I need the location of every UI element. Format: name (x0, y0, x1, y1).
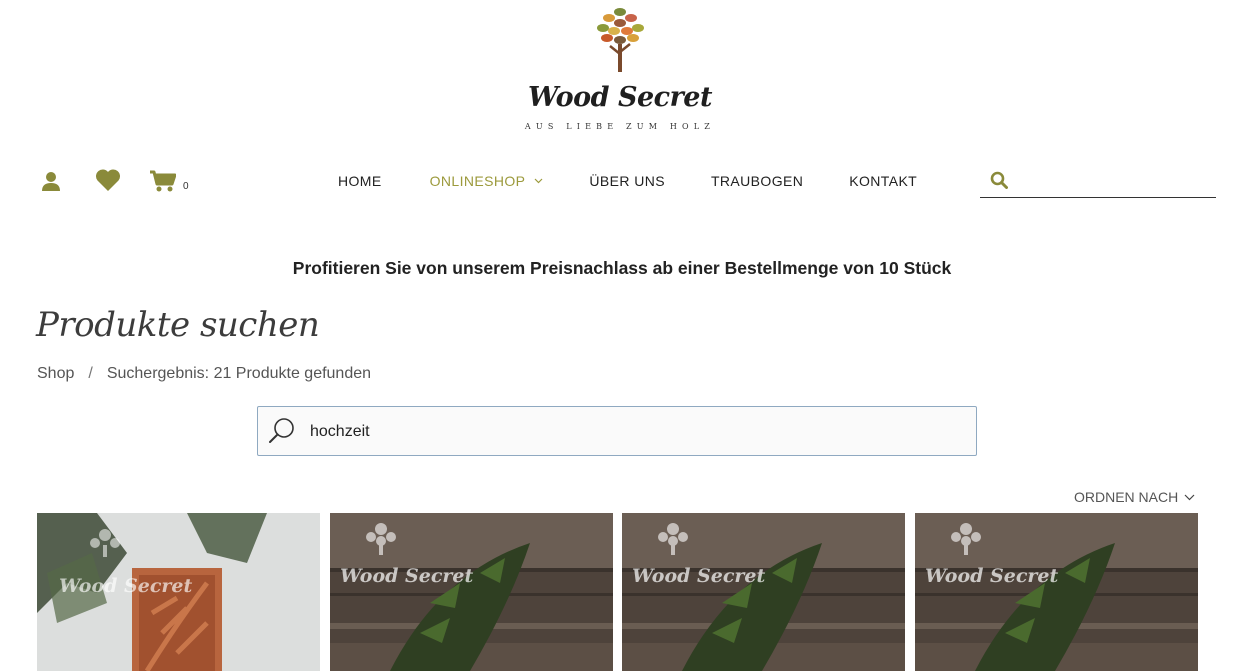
breadcrumb-separator: / (88, 365, 93, 382)
product-search-input[interactable] (308, 419, 962, 445)
cart-icon (150, 170, 176, 192)
product-image (915, 513, 1198, 671)
product-watermark: Wood Secret (925, 565, 1059, 587)
nav-ueber-uns[interactable]: ÜBER UNS (589, 173, 665, 189)
breadcrumb-shop[interactable]: Shop (37, 365, 74, 383)
product-watermark: Wood Secret (59, 575, 193, 597)
product-watermark: Wood Secret (632, 565, 766, 587)
product-card[interactable]: Wood Secret (37, 513, 320, 671)
search-icon[interactable] (990, 171, 1008, 189)
page-title: Produkte suchen (36, 305, 320, 345)
nav-onlineshop-label: ONLINESHOP (429, 173, 526, 189)
user-icon (42, 172, 60, 191)
product-image (330, 513, 613, 671)
cart-button[interactable]: 0 (150, 167, 194, 195)
product-card[interactable]: Wood Secret (330, 513, 613, 671)
product-image (622, 513, 905, 671)
sort-dropdown[interactable]: ORDNEN NACH (1074, 489, 1195, 505)
breadcrumb-result: Suchergebnis: 21 Produkte gefunden (106, 365, 372, 382)
product-search (257, 406, 977, 456)
brand-name: Wood Secret (528, 82, 712, 113)
nav-traubogen[interactable]: TRAUBOGEN (711, 173, 803, 189)
heart-icon (95, 168, 121, 191)
product-watermark: Wood Secret (340, 565, 474, 587)
brand-tagline: AUS LIEBE ZUM HOLZ (524, 122, 716, 131)
nav-home[interactable]: HOME (338, 173, 382, 189)
header-search (980, 163, 1216, 198)
sort-label: ORDNEN NACH (1074, 489, 1179, 505)
site-logo[interactable]: Wood Secret AUS LIEBE ZUM HOLZ (520, 4, 720, 134)
header-search-input[interactable] (1016, 167, 1212, 193)
nav-kontakt[interactable]: KONTAKT (849, 173, 917, 189)
promo-banner: Profitieren Sie von unserem Preisnachlas… (292, 258, 952, 278)
search-icon (269, 418, 294, 443)
main-nav: HOME ONLINESHOP ÜBER UNS TRAUBOGEN KONTA… (330, 166, 917, 196)
product-card[interactable]: Wood Secret (622, 513, 905, 671)
tree-logo-icon (597, 8, 644, 72)
account-button[interactable] (38, 168, 64, 194)
breadcrumb: Shop / Suchergebnis: 21 Produkte gefunde… (37, 365, 371, 383)
nav-onlineshop[interactable]: ONLINESHOP (430, 173, 544, 189)
chevron-down-icon (534, 178, 543, 184)
product-card[interactable]: Wood Secret (915, 513, 1198, 671)
chevron-down-icon (1184, 494, 1195, 500)
wishlist-button[interactable] (93, 166, 123, 194)
cart-count: 0 (183, 180, 189, 192)
